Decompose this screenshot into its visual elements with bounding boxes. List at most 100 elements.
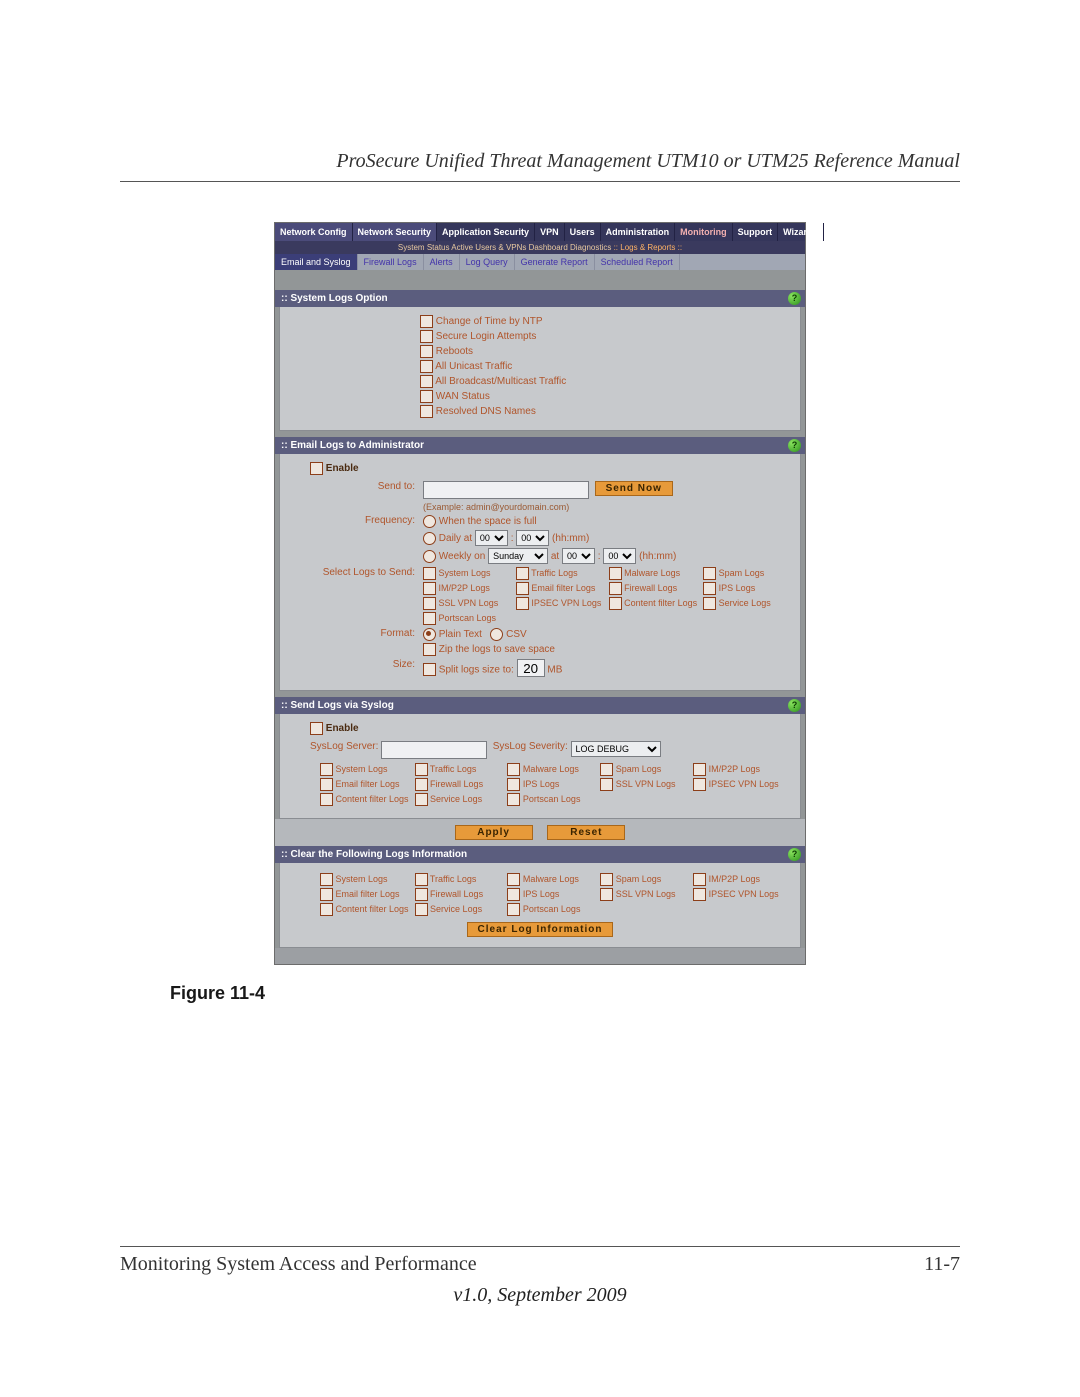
checkbox-icon[interactable] bbox=[320, 793, 333, 806]
log-option[interactable]: SSL VPN Logs bbox=[600, 778, 687, 791]
subtab-scheduled-report[interactable]: Scheduled Report bbox=[595, 254, 680, 270]
checkbox-icon[interactable] bbox=[423, 612, 436, 625]
log-option[interactable]: Portscan Logs bbox=[423, 612, 510, 625]
log-option[interactable]: Service Logs bbox=[415, 903, 502, 916]
subtab-generate-report[interactable]: Generate Report bbox=[515, 254, 595, 270]
checkbox-zip[interactable] bbox=[423, 643, 436, 656]
apply-button[interactable]: Apply bbox=[455, 825, 533, 840]
log-option[interactable]: Firewall Logs bbox=[415, 778, 502, 791]
checkbox-unicast[interactable] bbox=[420, 360, 433, 373]
log-option[interactable]: IPSEC VPN Logs bbox=[693, 778, 780, 791]
checkbox-icon[interactable] bbox=[415, 778, 428, 791]
checkbox-icon[interactable] bbox=[600, 763, 613, 776]
log-option[interactable]: IM/P2P Logs bbox=[693, 763, 780, 776]
checkbox-reboots[interactable] bbox=[420, 345, 433, 358]
log-option[interactable]: System Logs bbox=[320, 873, 409, 886]
log-option[interactable]: IPS Logs bbox=[507, 888, 594, 901]
tab-network-security[interactable]: Network Security bbox=[353, 223, 438, 241]
daily-hh[interactable]: 00 bbox=[475, 530, 508, 546]
checkbox-split[interactable] bbox=[423, 663, 436, 676]
checkbox-icon[interactable] bbox=[693, 778, 706, 791]
log-option[interactable]: Traffic Logs bbox=[415, 763, 502, 776]
log-option[interactable]: Portscan Logs bbox=[507, 793, 594, 806]
log-option[interactable]: IPSEC VPN Logs bbox=[693, 888, 780, 901]
subtab-email-syslog[interactable]: Email and Syslog bbox=[275, 254, 358, 270]
log-option[interactable]: Portscan Logs bbox=[507, 903, 594, 916]
tab-app-security[interactable]: Application Security bbox=[437, 223, 535, 241]
log-option[interactable]: Email filter Logs bbox=[320, 778, 409, 791]
checkbox-icon[interactable] bbox=[423, 582, 436, 595]
checkbox-icon[interactable] bbox=[423, 597, 436, 610]
log-option[interactable]: SSL VPN Logs bbox=[600, 888, 687, 901]
log-option[interactable]: IM/P2P Logs bbox=[693, 873, 780, 886]
subtab-alerts[interactable]: Alerts bbox=[424, 254, 460, 270]
help-icon[interactable]: ? bbox=[788, 699, 801, 712]
checkbox-icon[interactable] bbox=[516, 582, 529, 595]
checkbox-icon[interactable] bbox=[693, 888, 706, 901]
radio-daily[interactable] bbox=[423, 532, 436, 545]
tab-support[interactable]: Support bbox=[733, 223, 779, 241]
checkbox-icon[interactable] bbox=[320, 873, 333, 886]
weekly-day[interactable]: Sunday bbox=[488, 548, 548, 564]
checkbox-icon[interactable] bbox=[703, 567, 716, 580]
clear-log-info-button[interactable]: Clear Log Information bbox=[467, 922, 614, 937]
checkbox-icon[interactable] bbox=[507, 793, 520, 806]
help-icon[interactable]: ? bbox=[788, 848, 801, 861]
checkbox-ntp[interactable] bbox=[420, 315, 433, 328]
checkbox-icon[interactable] bbox=[415, 903, 428, 916]
checkbox-icon[interactable] bbox=[507, 888, 520, 901]
checkbox-icon[interactable] bbox=[516, 567, 529, 580]
checkbox-icon[interactable] bbox=[320, 778, 333, 791]
checkbox-icon[interactable] bbox=[507, 778, 520, 791]
checkbox-icon[interactable] bbox=[415, 888, 428, 901]
radio-weekly[interactable] bbox=[423, 550, 436, 563]
checkbox-icon[interactable] bbox=[703, 597, 716, 610]
checkbox-icon[interactable] bbox=[609, 597, 622, 610]
log-option[interactable]: Malware Logs bbox=[507, 873, 594, 886]
checkbox-icon[interactable] bbox=[516, 597, 529, 610]
checkbox-wan-status[interactable] bbox=[420, 390, 433, 403]
checkbox-secure-login[interactable] bbox=[420, 330, 433, 343]
checkbox-icon[interactable] bbox=[320, 763, 333, 776]
log-option[interactable]: SSL VPN Logs bbox=[423, 597, 510, 610]
tab-admin[interactable]: Administration bbox=[601, 223, 676, 241]
checkbox-icon[interactable] bbox=[320, 903, 333, 916]
checkbox-icon[interactable] bbox=[507, 903, 520, 916]
log-option[interactable]: Firewall Logs bbox=[415, 888, 502, 901]
checkbox-enable-email[interactable] bbox=[310, 462, 323, 475]
tab-monitoring[interactable]: Monitoring bbox=[675, 223, 733, 241]
checkbox-enable-syslog[interactable] bbox=[310, 722, 323, 735]
log-option[interactable]: System Logs bbox=[320, 763, 409, 776]
log-option[interactable]: IM/P2P Logs bbox=[423, 582, 510, 595]
log-option[interactable]: Traffic Logs bbox=[516, 567, 603, 580]
log-option[interactable]: Spam Logs bbox=[703, 567, 790, 580]
log-option[interactable]: Malware Logs bbox=[609, 567, 698, 580]
tab-network-config[interactable]: Network Config bbox=[275, 223, 353, 241]
log-option[interactable]: System Logs bbox=[423, 567, 510, 580]
checkbox-icon[interactable] bbox=[703, 582, 716, 595]
checkbox-icon[interactable] bbox=[415, 763, 428, 776]
log-option[interactable]: Content filter Logs bbox=[609, 597, 698, 610]
syslog-severity-select[interactable]: LOG DEBUG bbox=[571, 741, 661, 757]
log-option[interactable]: Malware Logs bbox=[507, 763, 594, 776]
split-size-input[interactable] bbox=[517, 659, 545, 677]
checkbox-broadcast[interactable] bbox=[420, 375, 433, 388]
reset-button[interactable]: Reset bbox=[547, 825, 625, 840]
log-option[interactable]: Service Logs bbox=[703, 597, 790, 610]
log-option[interactable]: Content filter Logs bbox=[320, 793, 409, 806]
log-option[interactable]: IPS Logs bbox=[507, 778, 594, 791]
log-option[interactable]: Email filter Logs bbox=[320, 888, 409, 901]
log-option[interactable]: Email filter Logs bbox=[516, 582, 603, 595]
log-option[interactable]: Spam Logs bbox=[600, 763, 687, 776]
radio-space-full[interactable] bbox=[423, 515, 436, 528]
checkbox-icon[interactable] bbox=[320, 888, 333, 901]
log-option[interactable]: Spam Logs bbox=[600, 873, 687, 886]
checkbox-dns[interactable] bbox=[420, 405, 433, 418]
checkbox-icon[interactable] bbox=[693, 873, 706, 886]
send-to-input[interactable] bbox=[423, 481, 589, 499]
log-option[interactable]: Traffic Logs bbox=[415, 873, 502, 886]
log-option[interactable]: IPSEC VPN Logs bbox=[516, 597, 603, 610]
help-icon[interactable]: ? bbox=[788, 439, 801, 452]
radio-plain-text[interactable] bbox=[423, 628, 436, 641]
checkbox-icon[interactable] bbox=[693, 763, 706, 776]
